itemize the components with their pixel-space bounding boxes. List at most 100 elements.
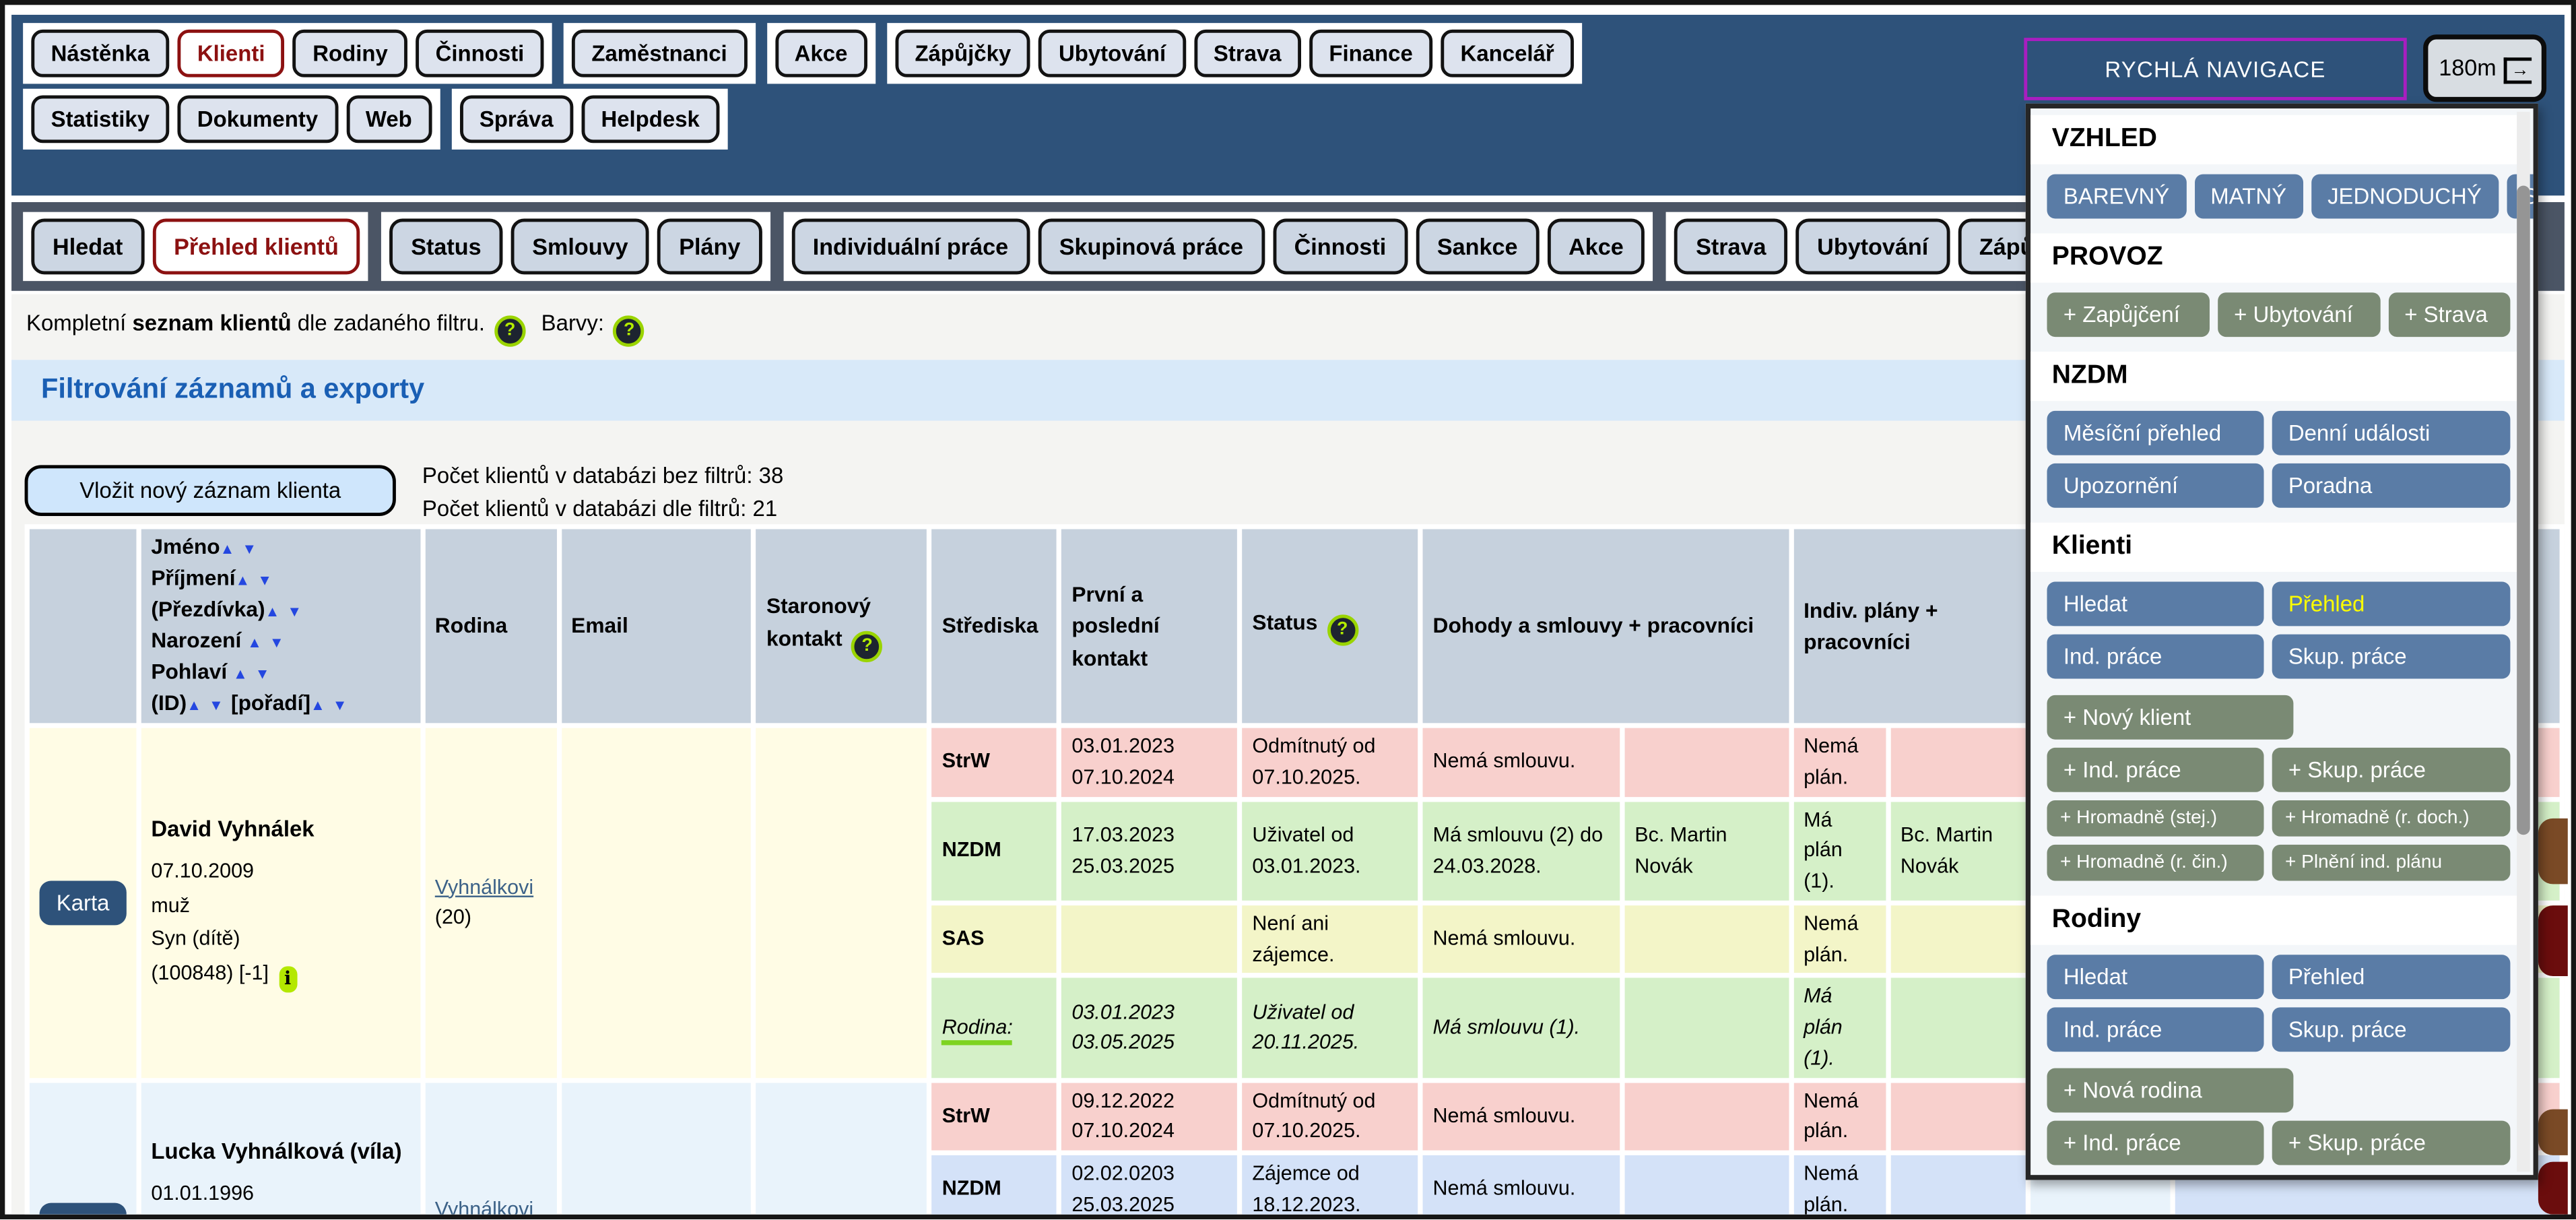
nav-ubytovani[interactable]: Ubytování: [1039, 30, 1186, 77]
mesicni-prehled-button[interactable]: Měsíční přehled: [2047, 411, 2264, 455]
family-cell: Vyhnálkovi (20): [425, 728, 556, 1077]
add-client-button[interactable]: Vložit nový záznam klienta: [25, 465, 396, 516]
session-logout-button[interactable]: 180m→: [2423, 34, 2546, 102]
plneni-ind-planu-button[interactable]: + Plnění ind. plánu: [2272, 845, 2510, 881]
karta-button[interactable]: Karta: [40, 880, 126, 925]
denni-udalosti-button[interactable]: Denní události: [2272, 411, 2510, 455]
klienti-add-skup-prace-button[interactable]: + Skup. práce: [2272, 748, 2510, 792]
subnav-smlouvy[interactable]: Smlouvy: [511, 218, 650, 274]
nova-rodina-button[interactable]: + Nová rodina: [2047, 1068, 2293, 1113]
client-gender: žena: [151, 1212, 410, 1215]
nav-kancelar[interactable]: Kancelář: [1441, 30, 1574, 77]
nav-dokumenty[interactable]: Dokumenty: [178, 95, 338, 143]
client-role: Syn (dítě): [151, 924, 410, 955]
nav-rodiny[interactable]: Rodiny: [293, 30, 407, 77]
klienti-hledat-button[interactable]: Hledat: [2047, 582, 2264, 627]
karta-button[interactable]: Karta: [40, 1202, 126, 1215]
theme-barevny-button[interactable]: BAREVNÝ: [2047, 174, 2185, 219]
theme-matny-button[interactable]: MATNÝ: [2194, 174, 2303, 219]
quick-navigation-button[interactable]: RYCHLÁ NAVIGACE: [2024, 38, 2406, 100]
nav-web[interactable]: Web: [346, 95, 432, 143]
subnav-cinnosti[interactable]: Činnosti: [1273, 218, 1408, 274]
nav-zamestnanci[interactable]: Zaměstnanci: [572, 30, 747, 77]
klienti-prehled-button[interactable]: Přehled: [2272, 582, 2510, 627]
add-zapujceni-button[interactable]: + Zapůjčení: [2047, 292, 2209, 337]
rodiny-add-skup-prace-button[interactable]: + Skup. práce: [2272, 1121, 2510, 1165]
email-cell: [562, 1082, 752, 1214]
add-ubytovani-button[interactable]: + Ubytování: [2218, 292, 2380, 337]
rodiny-add-ind-prace-button[interactable]: + Ind. práce: [2047, 1121, 2264, 1165]
rodiny-nav-row1: Hledat Přehled: [2047, 955, 2510, 999]
klienti-ind-prace-button[interactable]: Ind. práce: [2047, 635, 2264, 679]
nav-nastenka[interactable]: Nástěnka: [31, 30, 169, 77]
subnav-individualni-prace[interactable]: Individuální práce: [791, 218, 1030, 274]
klienti-skup-prace-button[interactable]: Skup. práce: [2272, 635, 2510, 679]
info-icon[interactable]: i: [279, 966, 297, 992]
sort-icons[interactable]: ▲ ▼: [220, 541, 259, 557]
plan-cell: Nemá plán.: [1793, 1155, 1885, 1215]
nav-cinnosti[interactable]: Činnosti: [416, 30, 543, 77]
rodiny-prehled-button[interactable]: Přehled: [2272, 955, 2510, 999]
hromadne-r-doch-button[interactable]: + Hromadně (r. doch.): [2272, 800, 2510, 837]
sort-icons[interactable]: ▲ ▼: [265, 603, 304, 619]
stredisko-cell: Rodina:: [932, 978, 1057, 1077]
subnav-prehled-klientu[interactable]: Přehled klientů: [152, 218, 360, 274]
rodiny-hledat-button[interactable]: Hledat: [2047, 955, 2264, 999]
nzdm-buttons-row2: Upozornění Poradna: [2047, 463, 2510, 508]
sort-icons[interactable]: ▲ ▼: [233, 666, 271, 682]
db-counts: Počet klientů v databázi bez filtrů: 38 …: [422, 460, 783, 526]
nav-strava[interactable]: Strava: [1194, 30, 1301, 77]
dohody-cell: Nemá smlouvu.: [1423, 1155, 1620, 1215]
subnav-plany[interactable]: Plány: [658, 218, 762, 274]
nav-sprava[interactable]: Správa: [460, 95, 573, 143]
subnav-strava[interactable]: Strava: [1674, 218, 1787, 274]
nav-klienti[interactable]: Klienti: [178, 30, 285, 77]
hidden-button-sliver: [2538, 1162, 2568, 1215]
upozorneni-button[interactable]: Upozornění: [2047, 463, 2264, 508]
hromadne-r-cin-button[interactable]: + Hromadně (r. čin.): [2047, 845, 2264, 881]
subnav-hledat[interactable]: Hledat: [31, 218, 144, 274]
client-gender: muž: [151, 890, 410, 921]
nav-helpdesk[interactable]: Helpdesk: [581, 95, 719, 143]
sort-icons[interactable]: ▲ ▼: [187, 697, 225, 713]
dohody-cell: Má smlouvu (2) do 24.03.2028.: [1423, 801, 1620, 900]
status-cell: Zájemce od 18.12.2023.: [1243, 1155, 1418, 1215]
rodiny-skup-prace-button[interactable]: Skup. práce: [2272, 1007, 2510, 1052]
header-strediska: Střediska: [932, 529, 1057, 723]
nav-finance[interactable]: Finance: [1309, 30, 1432, 77]
hromadne-stej-button[interactable]: + Hromadně (stej.): [2047, 800, 2264, 837]
nav-zapujcky[interactable]: Zápůjčky: [895, 30, 1030, 77]
subnav-group-prace: Individuální práce Skupinová práce Činno…: [783, 212, 1653, 281]
barvy-label: Barvy:: [541, 311, 604, 335]
rodiny-ind-prace-button[interactable]: Ind. práce: [2047, 1007, 2264, 1052]
theme-jednoduchy-button[interactable]: JEDNODUCHÝ: [2311, 174, 2499, 219]
staronovy-cell: 09.12.2022: [756, 1082, 927, 1214]
help-icon[interactable]: ?: [494, 315, 525, 346]
status-help-icon[interactable]: ?: [1327, 614, 1358, 645]
staronovy-help-icon[interactable]: ?: [851, 631, 882, 662]
sort-icons[interactable]: ▲ ▼: [310, 697, 349, 713]
klienti-add-ind-prace-button[interactable]: + Ind. práce: [2047, 748, 2264, 792]
nav-statistiky[interactable]: Statistiky: [31, 95, 169, 143]
panel-scrollbar-thumb[interactable]: [2517, 186, 2530, 835]
novy-klient-button[interactable]: + Nový klient: [2047, 695, 2293, 740]
rodina-link[interactable]: Rodina:: [942, 1016, 1013, 1046]
section-provoz-title: PROVOZ: [2030, 233, 2517, 282]
sort-icons[interactable]: ▲ ▼: [247, 635, 286, 651]
subnav-akce[interactable]: Akce: [1547, 218, 1645, 274]
poradna-button[interactable]: Poradna: [2272, 463, 2510, 508]
panel-scrollbar[interactable]: [2517, 112, 2530, 1171]
subnav-status[interactable]: Status: [390, 218, 503, 274]
colors-help-icon[interactable]: ?: [614, 315, 645, 346]
subnav-sankce[interactable]: Sankce: [1416, 218, 1539, 274]
stredisko-cell: StrW: [932, 728, 1057, 796]
add-strava-button[interactable]: + Strava: [2388, 292, 2511, 337]
nav-akce[interactable]: Akce: [774, 30, 867, 77]
subnav-ubytovani[interactable]: Ubytování: [1795, 218, 1950, 274]
nav-group-zamestnanci: Zaměstnanci: [564, 23, 755, 84]
sort-icons[interactable]: ▲ ▼: [236, 572, 274, 588]
header-name-sort[interactable]: Jméno▲ ▼ Příjmení▲ ▼ (Přezdívka)▲ ▼ Naro…: [141, 529, 420, 723]
subnav-skupinova-prace[interactable]: Skupinová práce: [1038, 218, 1265, 274]
family-link[interactable]: Vyhnálkovi: [435, 875, 533, 898]
family-link[interactable]: Vyhnálkovi: [435, 1197, 533, 1215]
